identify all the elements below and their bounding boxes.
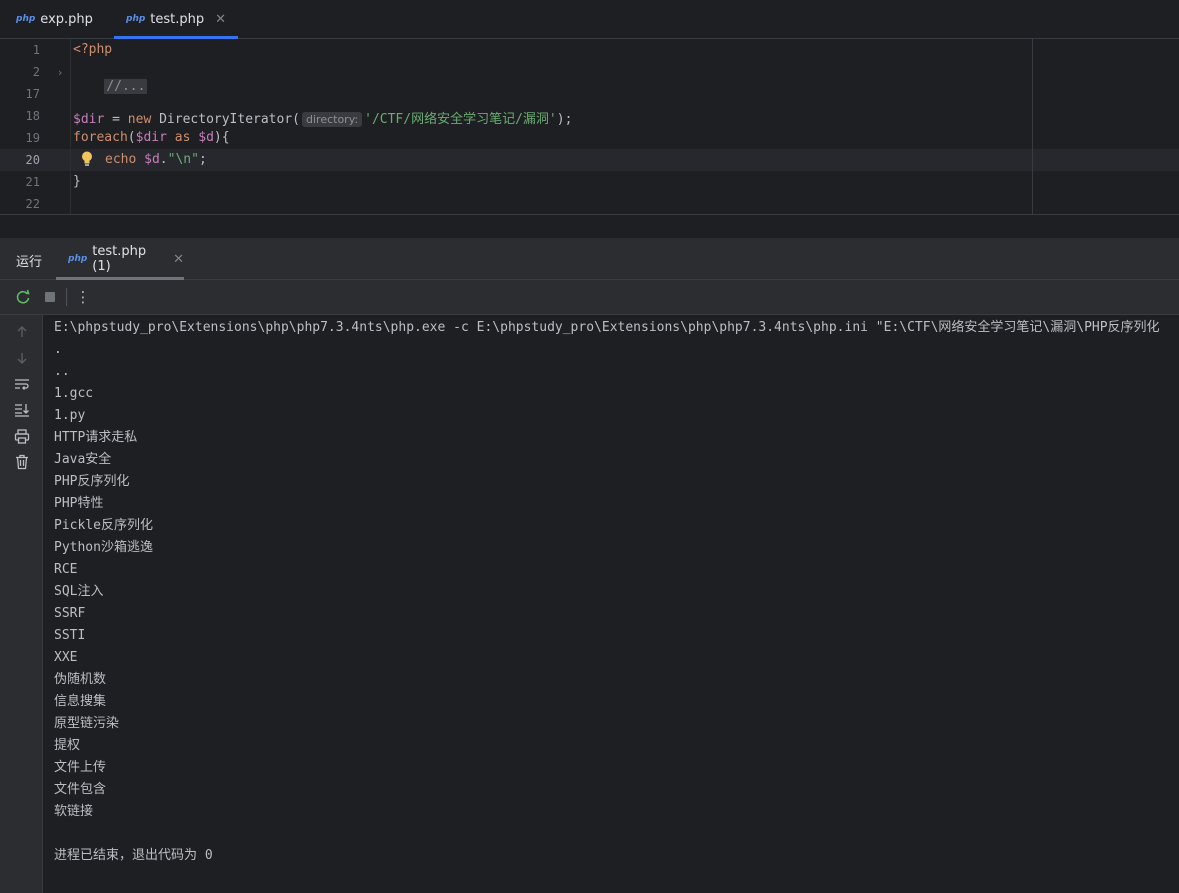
- editor-tab-bar: php exp.php php test.php ✕: [0, 0, 1179, 39]
- run-toolbar: ⋮: [0, 280, 1179, 315]
- toolbar-separator: [66, 288, 67, 306]
- console-line: PHP反序列化: [54, 474, 130, 489]
- code-token: DirectoryIterator(: [151, 112, 300, 127]
- tab-label: exp.php: [40, 11, 93, 27]
- console-line: SSTI: [54, 628, 86, 643]
- console-line: 信息搜集: [54, 694, 107, 709]
- console-line: 提权: [54, 738, 81, 753]
- php-file-icon: php: [126, 14, 146, 24]
- console-line: 1.py: [54, 408, 86, 423]
- console-line: SQL注入: [54, 584, 104, 599]
- lightbulb-icon[interactable]: [80, 150, 94, 168]
- line-number: 20: [25, 153, 40, 167]
- console-line: 伪随机数: [54, 672, 107, 687]
- console-line: ..: [54, 364, 70, 379]
- right-margin-guide: [1032, 39, 1033, 214]
- run-tab-test-php[interactable]: php test.php (1) ✕: [56, 239, 184, 280]
- code-token: ;: [198, 152, 207, 167]
- process-exit-message: 进程已结束，退出代码为 0: [54, 848, 213, 863]
- code-token: $d: [136, 152, 160, 167]
- line-number: 2: [32, 65, 40, 79]
- code-token: $dir: [73, 112, 105, 127]
- code-token: );: [556, 112, 573, 127]
- fold-expand-icon[interactable]: ›: [58, 66, 62, 79]
- console-command-line: E:\phpstudy_pro\Extensions\php\php7.3.4n…: [54, 320, 1160, 335]
- trash-icon[interactable]: [13, 453, 31, 471]
- console-line: HTTP请求走私: [54, 430, 138, 445]
- code-token: =: [104, 112, 128, 127]
- print-icon[interactable]: [13, 427, 31, 445]
- console-line: .: [54, 342, 62, 357]
- code-token: ){: [213, 130, 230, 145]
- down-arrow-icon[interactable]: [13, 349, 31, 367]
- line-number: 18: [25, 109, 40, 123]
- console-line: 1.gcc: [54, 386, 94, 401]
- run-panel-title: 运行: [16, 255, 43, 270]
- console-side-toolbar: [0, 315, 43, 893]
- tab-label: test.php: [150, 11, 205, 27]
- code-token: new: [127, 112, 152, 127]
- folded-region[interactable]: //...: [104, 79, 148, 94]
- tab-test-php[interactable]: php test.php ✕: [114, 0, 239, 39]
- code-editor[interactable]: 1 2 17 18 19 20 21 22 › <?php //... $dir…: [0, 39, 1179, 214]
- console-line: RCE: [54, 562, 78, 577]
- line-number: 22: [25, 197, 40, 211]
- code-token: '/CTF/网络安全学习笔记/漏洞': [364, 112, 557, 127]
- close-tab-icon[interactable]: ✕: [215, 12, 226, 27]
- run-header: 运行 php test.php (1) ✕: [0, 239, 1179, 280]
- code-token: .: [159, 152, 168, 167]
- code-token: as: [166, 130, 199, 145]
- scroll-to-end-icon[interactable]: [13, 401, 31, 419]
- console-line: Python沙箱逃逸: [54, 540, 153, 555]
- close-tab-icon[interactable]: ✕: [173, 252, 184, 267]
- tab-exp-php[interactable]: php exp.php: [16, 0, 93, 38]
- console-line: 原型链污染: [54, 716, 120, 731]
- rerun-icon[interactable]: [13, 287, 33, 307]
- run-tab-label: test.php (1): [92, 244, 147, 274]
- soft-wrap-icon[interactable]: [13, 375, 31, 393]
- code-line-18: $dir = new DirectoryIterator(directory: '…: [73, 108, 572, 127]
- editor-splitter[interactable]: [0, 214, 1179, 239]
- console-line: Java安全: [54, 452, 112, 467]
- line-number: 1: [32, 43, 40, 57]
- console-line: 软链接: [54, 804, 94, 819]
- code-token: "\n": [167, 152, 199, 167]
- up-arrow-icon[interactable]: [13, 323, 31, 341]
- console-line: 文件上传: [54, 760, 107, 775]
- console-line: PHP特性: [54, 496, 104, 511]
- stop-icon[interactable]: [40, 287, 60, 307]
- console-line: Pickle反序列化: [54, 518, 153, 533]
- console-output[interactable]: E:\phpstudy_pro\Extensions\php\php7.3.4n…: [54, 317, 1179, 887]
- parameter-hint: directory:: [302, 112, 363, 127]
- code-token: (: [127, 130, 136, 145]
- code-line-21: }: [73, 174, 81, 189]
- code-line-19: foreach($dir as $d){: [73, 130, 230, 145]
- php-file-icon: php: [68, 254, 88, 264]
- code-line-1: <?php: [73, 42, 113, 57]
- console-line: 文件包含: [54, 782, 107, 797]
- run-tool-window: 运行 php test.php (1) ✕ ⋮ E:\phpstudy_pro\…: [0, 238, 1179, 893]
- code-line-20: echo $d."\n";: [105, 152, 207, 167]
- code-token: echo: [105, 152, 137, 167]
- code-token: foreach: [73, 130, 128, 145]
- more-options-icon[interactable]: ⋮: [73, 287, 93, 307]
- code-token: $d: [198, 130, 214, 145]
- code-token: $dir: [135, 130, 167, 145]
- code-line-2: //...: [73, 64, 148, 109]
- gutter-separator: [70, 39, 71, 214]
- console-line: SSRF: [54, 606, 86, 621]
- php-file-icon: php: [16, 14, 36, 24]
- line-number: 17: [25, 87, 40, 101]
- line-number: 21: [25, 175, 40, 189]
- line-number: 19: [25, 131, 40, 145]
- console-line: XXE: [54, 650, 78, 665]
